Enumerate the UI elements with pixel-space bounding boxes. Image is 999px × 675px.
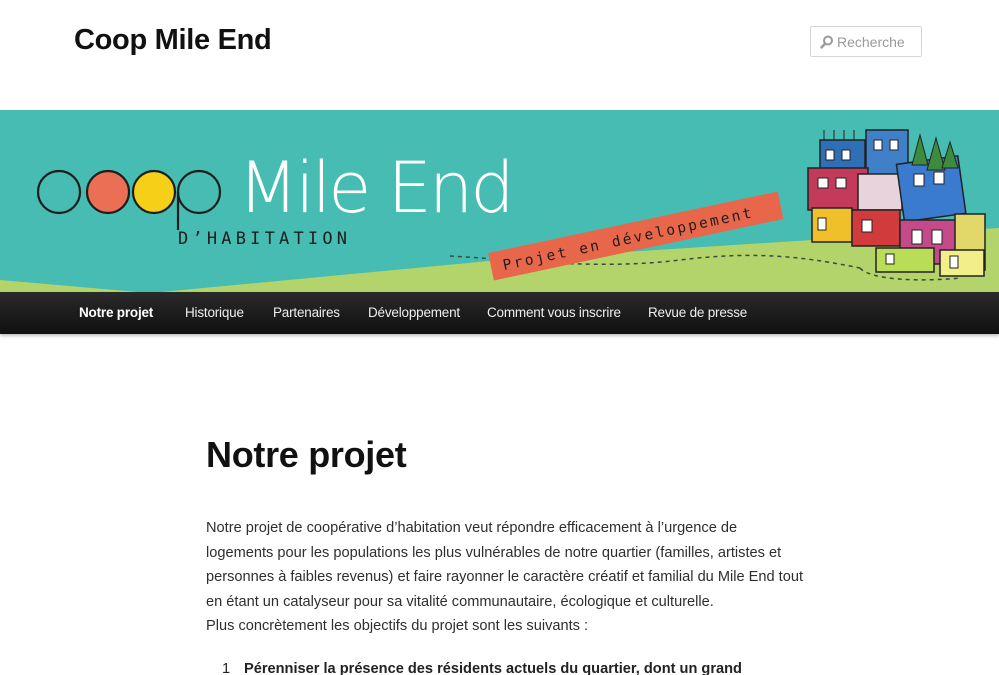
search-box[interactable] [810,26,922,57]
site-title[interactable]: Coop Mile End [74,24,272,57]
header-banner[interactable]: Mile End D’HABITATION Projet en développ… [0,110,999,293]
page-title: Notre projet [206,434,407,475]
main-nav: Notre projet Historique Partenaires Déve… [0,292,999,334]
search-icon [820,35,833,49]
article-content: Notre projet de coopérative d’habitation… [206,516,806,675]
list-item-text: Pérenniser la présence des résidents act… [244,660,742,675]
list-item: 1 Pérenniser la présence des résidents a… [206,657,806,675]
nav-item-revue-de-presse[interactable]: Revue de presse [648,305,747,320]
objectives-lead: Plus concrètement les objectifs du proje… [206,618,589,634]
nav-item-developpement[interactable]: Développement [368,305,460,320]
nav-item-partenaires[interactable]: Partenaires [273,305,340,320]
logo-subtitle: D’HABITATION [178,229,351,249]
nav-item-notre-projet[interactable]: Notre projet [79,305,153,320]
intro-paragraph: Notre projet de coopérative d’habitation… [206,520,804,610]
list-item-number: 1 [222,660,231,675]
search-input[interactable] [837,33,919,51]
objectives-list: 1 Pérenniser la présence des résidents a… [206,657,806,675]
logo-mile-end: Mile End [238,147,512,229]
nav-item-historique[interactable]: Historique [185,305,244,320]
nav-item-comment-vous-inscrire[interactable]: Comment vous inscrire [487,305,621,320]
